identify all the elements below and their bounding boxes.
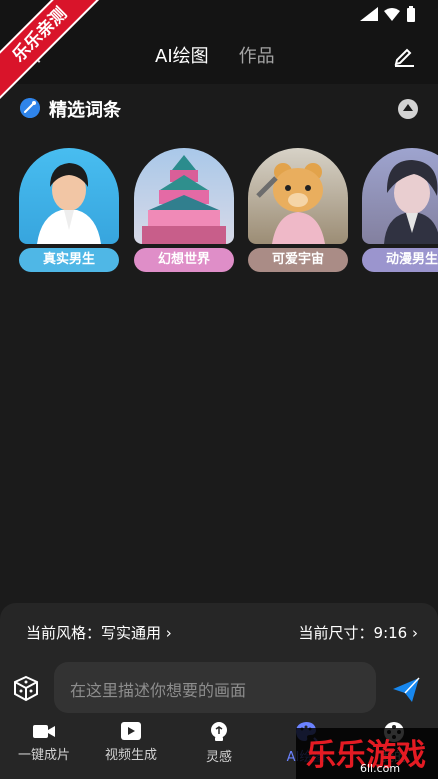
sparkle-brush-icon xyxy=(20,98,40,118)
play-icon xyxy=(121,722,141,740)
signal-icon xyxy=(360,7,378,21)
prompt-placeholder: 在这里描述你想要的画面 xyxy=(70,681,247,700)
card-cute-universe[interactable]: 可爱宇宙 xyxy=(248,148,348,274)
card-fantasy-world-label: 幻想世界 xyxy=(134,248,234,272)
real-male-image xyxy=(19,148,119,244)
lightbulb-icon xyxy=(211,722,227,741)
site-logo-watermark: 乐乐游戏 6ll.com xyxy=(296,728,438,779)
nav-video-generation-label: 视频生成 xyxy=(104,748,157,763)
nav-inspiration[interactable]: 灵感 xyxy=(178,721,260,765)
card-cute-universe-label: 可爱宇宙 xyxy=(248,248,348,272)
collapse-button[interactable] xyxy=(398,99,418,119)
fantasy-world-image xyxy=(134,148,234,244)
card-real-male-label: 真实男生 xyxy=(19,248,119,272)
featured-section-header: 精选词条 xyxy=(18,96,420,122)
chevron-right-icon: › xyxy=(165,624,172,642)
card-fantasy-world[interactable]: 幻想世界 xyxy=(134,148,234,274)
card-anime-male-label: 动漫男生 xyxy=(362,248,438,272)
tab-works[interactable]: 作品 xyxy=(239,42,275,68)
size-text: 当前尺寸：9:16 xyxy=(298,624,408,642)
site-logo-domain: 6ll.com xyxy=(360,762,401,775)
cute-universe-image xyxy=(248,148,348,244)
chevron-right-icon: › xyxy=(412,624,418,642)
battery-icon xyxy=(407,6,415,22)
style-text: 当前风格：写实通用 xyxy=(26,624,162,642)
card-anime-male[interactable]: 动漫男生 xyxy=(362,148,438,274)
nav-video-generation[interactable]: 视频生成 xyxy=(90,721,172,763)
edit-icon[interactable] xyxy=(392,43,416,67)
prompt-input[interactable]: 在这里描述你想要的画面 xyxy=(54,662,376,713)
top-bar: AI绘图 作品 xyxy=(0,28,438,84)
style-selector[interactable]: 当前风格：写实通用 › xyxy=(26,622,172,643)
nav-one-click-video-label: 一键成片 xyxy=(17,748,70,763)
nav-one-click-video[interactable]: 一键成片 xyxy=(3,721,85,763)
anime-male-image xyxy=(362,148,438,244)
send-icon[interactable] xyxy=(391,676,421,704)
card-real-male[interactable]: 真实男生 xyxy=(19,148,119,274)
status-icons xyxy=(360,6,416,22)
tab-ai-drawing[interactable]: AI绘图 xyxy=(155,42,209,68)
nav-inspiration-label: 灵感 xyxy=(205,750,232,765)
size-selector[interactable]: 当前尺寸：9:16 › xyxy=(299,622,418,643)
video-camera-icon xyxy=(33,725,55,738)
featured-cards: 真实男生 幻想世界 可爱宇宙 动漫男生 xyxy=(19,148,438,275)
header-tabs: AI绘图 作品 xyxy=(155,42,275,68)
dice-icon[interactable] xyxy=(12,674,40,702)
section-title: 精选词条 xyxy=(49,100,121,121)
wifi-icon xyxy=(384,8,400,21)
